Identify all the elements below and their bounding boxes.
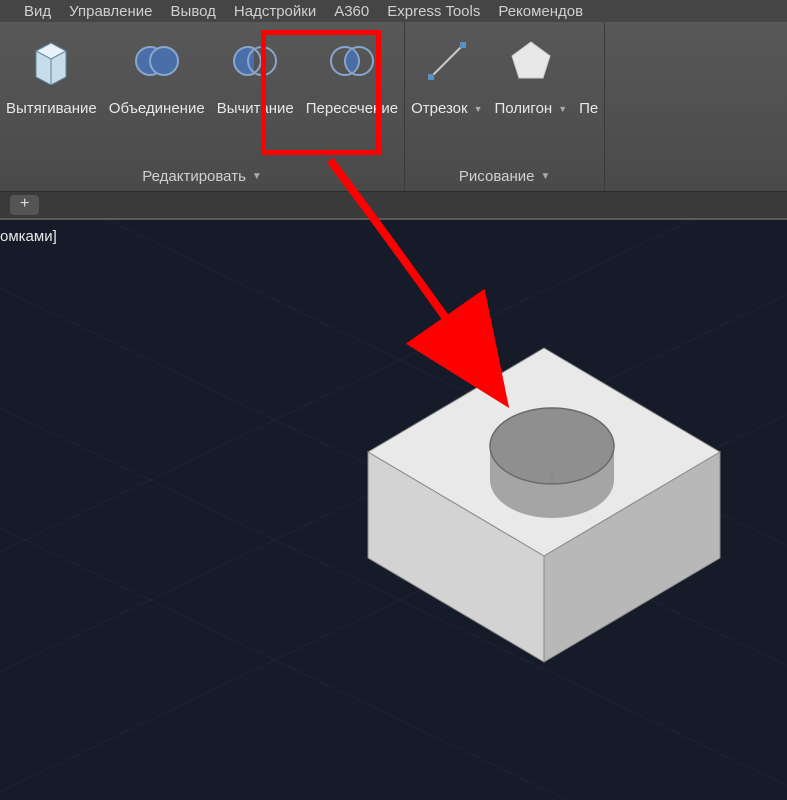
subtract-label: Вычитание <box>217 100 294 117</box>
menu-item-express[interactable]: Express Tools <box>387 3 480 20</box>
menu-item-recommend[interactable]: Рекомендов <box>498 3 583 20</box>
truncated-label: Пе <box>579 100 598 117</box>
menu-item-addins[interactable]: Надстройки <box>234 3 316 20</box>
ribbon-group-draw: Отрезок ▼ Полигон ▼ Пе <box>405 22 605 191</box>
caret-down-icon: ▼ <box>252 171 262 182</box>
intersect-icon <box>328 32 376 90</box>
ribbon: Вытягивание Объединение <box>0 22 787 192</box>
union-button[interactable]: Объединение <box>103 22 211 164</box>
line-button[interactable]: Отрезок ▼ <box>405 22 488 164</box>
subtract-icon <box>231 32 279 90</box>
ribbon-group-edit: Вытягивание Объединение <box>0 22 405 191</box>
tab-strip: + <box>0 192 787 220</box>
extrude-button[interactable]: Вытягивание <box>0 22 103 164</box>
new-tab-button[interactable]: + <box>10 195 39 215</box>
group-label-draw[interactable]: Рисование ▼ <box>405 164 604 191</box>
union-icon <box>133 32 181 90</box>
intersect-label: Пересечение <box>306 100 398 117</box>
polygon-button[interactable]: Полигон ▼ <box>489 22 574 164</box>
menubar: Вид Управление Вывод Надстройки A360 Exp… <box>0 0 787 22</box>
truncated-button[interactable]: Пе <box>573 22 604 164</box>
model-block-with-hole <box>368 348 720 662</box>
line-label: Отрезок ▼ <box>411 100 482 117</box>
caret-down-icon: ▼ <box>474 104 483 114</box>
union-label: Объединение <box>109 100 205 117</box>
caret-down-icon: ▼ <box>540 171 550 182</box>
menu-item-view[interactable]: Вид <box>24 3 51 20</box>
polygon-label: Полигон ▼ <box>495 100 568 117</box>
menu-item-manage[interactable]: Управление <box>69 3 152 20</box>
extrude-icon <box>30 32 72 90</box>
line-icon <box>425 32 469 90</box>
intersect-button[interactable]: Пересечение <box>300 22 404 164</box>
drawing-viewport[interactable]: омками] <box>0 220 787 800</box>
subtract-button[interactable]: Вычитание <box>211 22 300 164</box>
menu-item-a360[interactable]: A360 <box>334 3 369 20</box>
polygon-icon <box>508 32 554 90</box>
menu-item-output[interactable]: Вывод <box>171 3 216 20</box>
group-label-edit[interactable]: Редактировать ▼ <box>0 164 404 191</box>
caret-down-icon: ▼ <box>558 104 567 114</box>
extrude-label: Вытягивание <box>6 100 97 117</box>
